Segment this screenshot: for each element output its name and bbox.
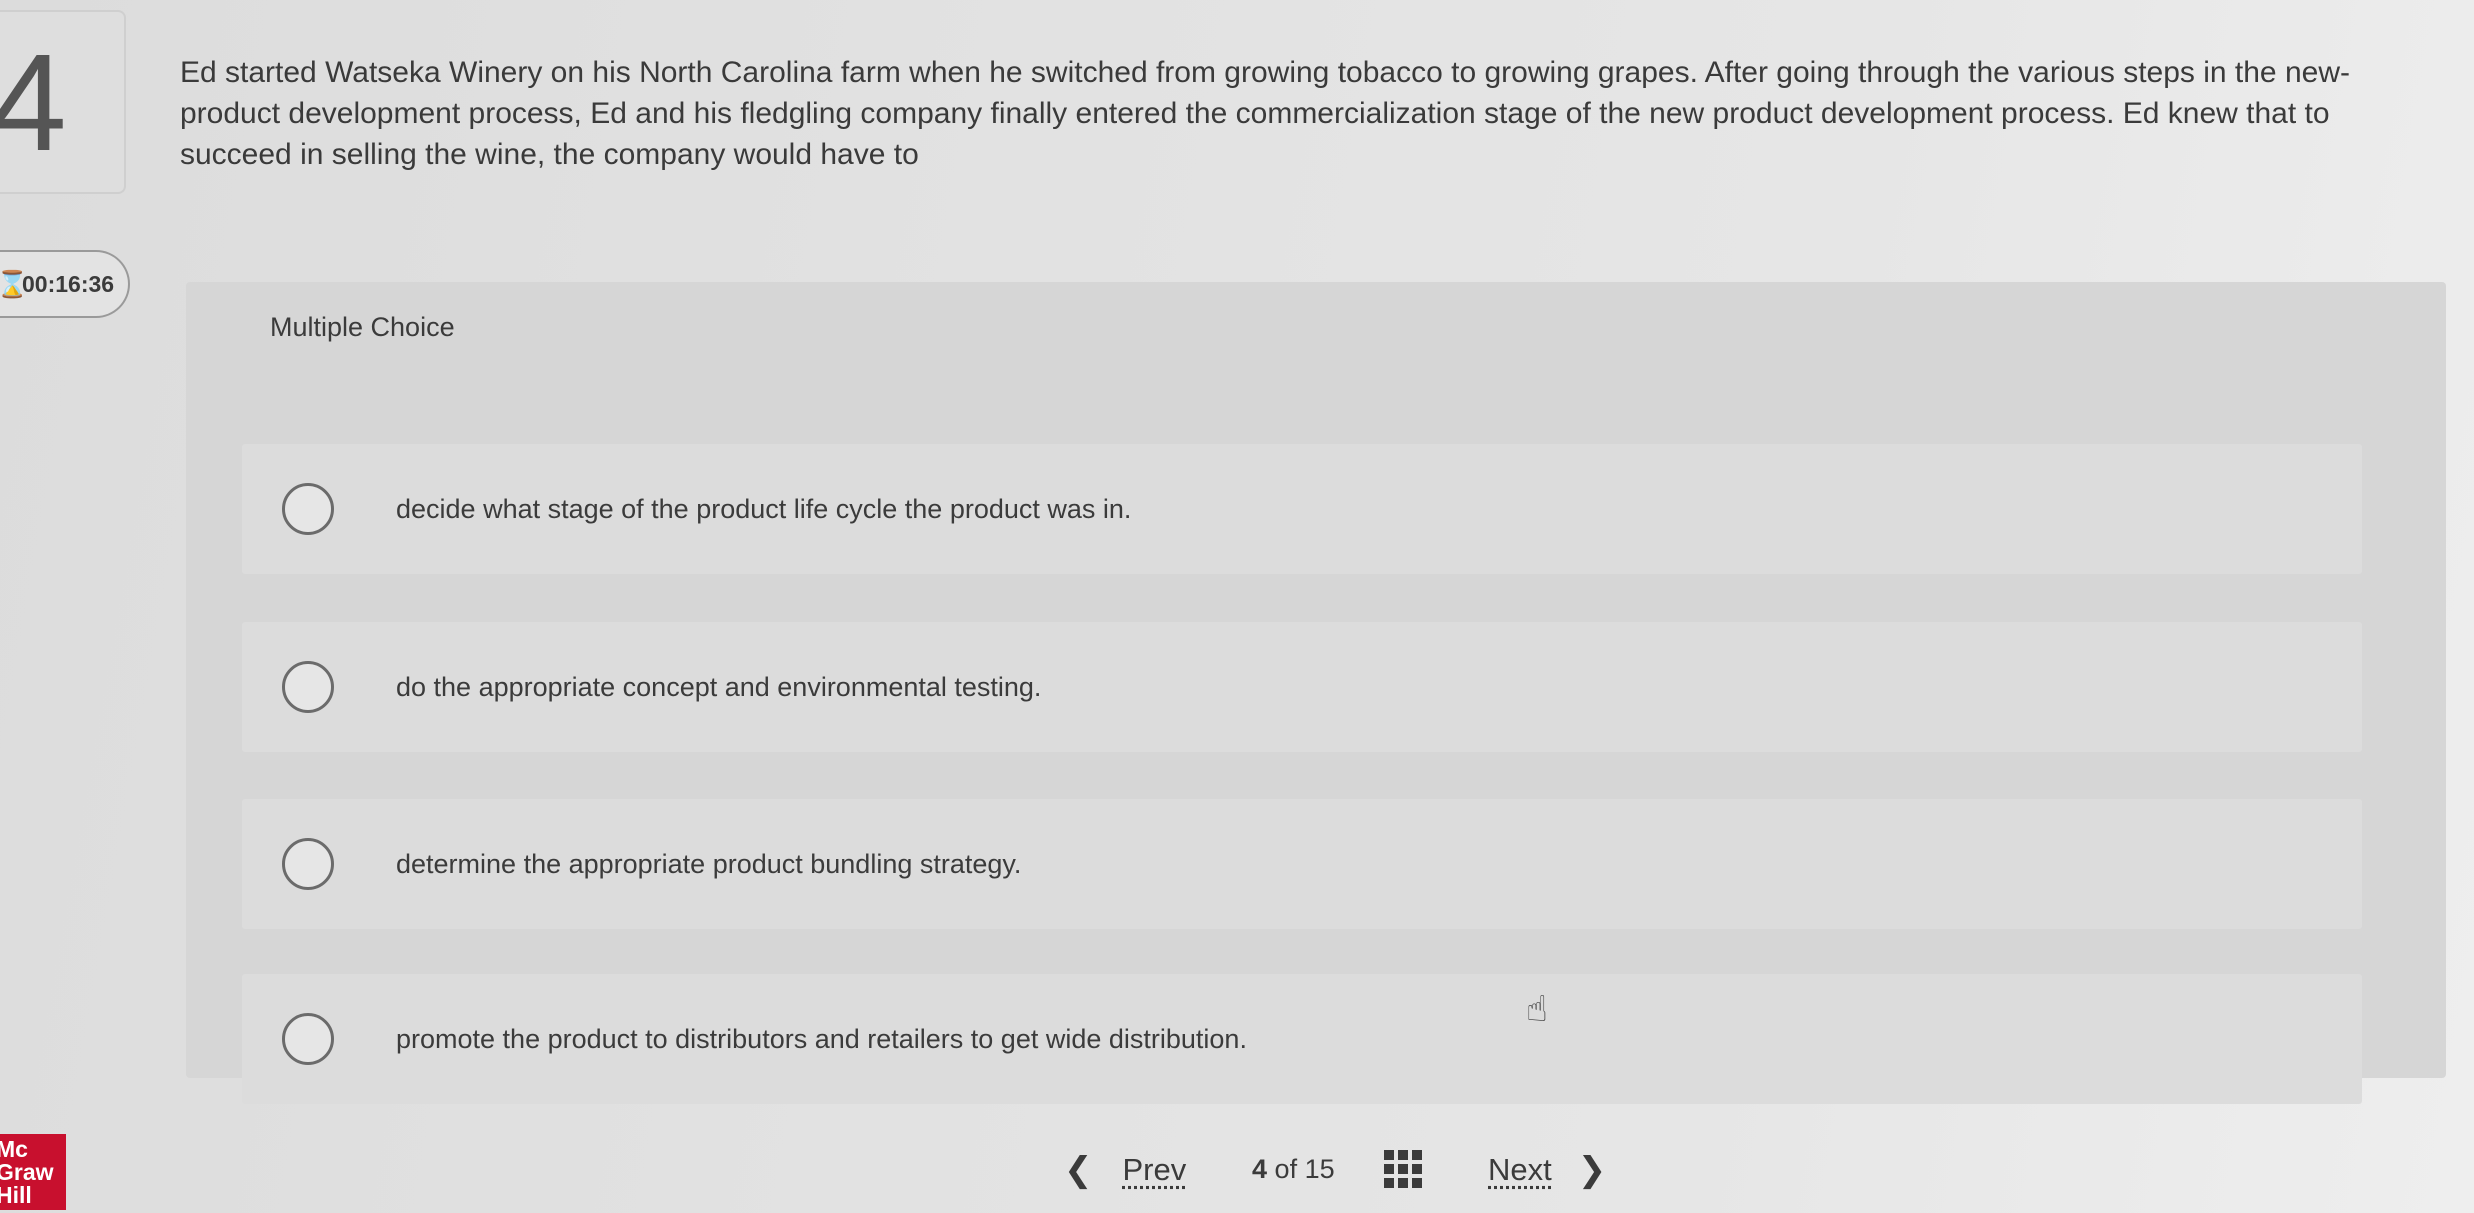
prev-button[interactable]: ❮ Prev [1064,1150,1186,1190]
total-questions: of 15 [1274,1154,1335,1184]
footer-navigation: ❮ Prev 4 of 15 Next ❯ [0,1120,2474,1213]
answer-option[interactable]: decide what stage of the product life cy… [242,444,2362,574]
prev-label: Prev [1122,1152,1187,1187]
answer-option[interactable]: do the appropriate concept and environme… [242,622,2362,752]
timer[interactable]: ⌛ 00:16:36 [0,250,130,318]
question-text: Ed started Watseka Winery on his North C… [180,56,2350,171]
hand-cursor-icon: ☝ [1526,988,1548,1029]
radio-button[interactable] [282,1013,334,1065]
chevron-left-icon: ❮ [1064,1151,1093,1189]
page-indicator: 4 of 15 [1252,1154,1335,1185]
grid-icon[interactable] [1384,1150,1422,1188]
left-column: 4 ⌛ 00:16:36 Mc Graw Hill [0,0,190,1213]
question-number-box: 4 [0,10,126,194]
question-number: 4 [0,26,67,180]
answer-option[interactable]: determine the appropriate product bundli… [242,799,2362,929]
timer-value: 00:16:36 [22,270,115,297]
answer-option-text: determine the appropriate product bundli… [396,848,1022,879]
hourglass-icon: ⌛ [0,269,29,299]
multiple-choice-panel: Multiple Choice decide what stage of the… [186,282,2446,1104]
answer-option-text: promote the product to distributors and … [396,1023,1247,1054]
radio-button[interactable] [282,483,334,535]
radio-button[interactable] [282,838,334,890]
answer-option-text: do the appropriate concept and environme… [396,671,1042,702]
radio-button[interactable] [282,661,334,713]
answer-option-text: decide what stage of the product life cy… [396,493,1132,524]
current-question: 4 [1252,1154,1268,1184]
next-label: Next [1488,1152,1552,1187]
answer-option[interactable]: promote the product to distributors and … [242,974,2362,1104]
multiple-choice-label: Multiple Choice [270,312,455,342]
chevron-right-icon: ❯ [1577,1151,1607,1189]
next-button[interactable]: Next ❯ [1488,1150,1606,1190]
